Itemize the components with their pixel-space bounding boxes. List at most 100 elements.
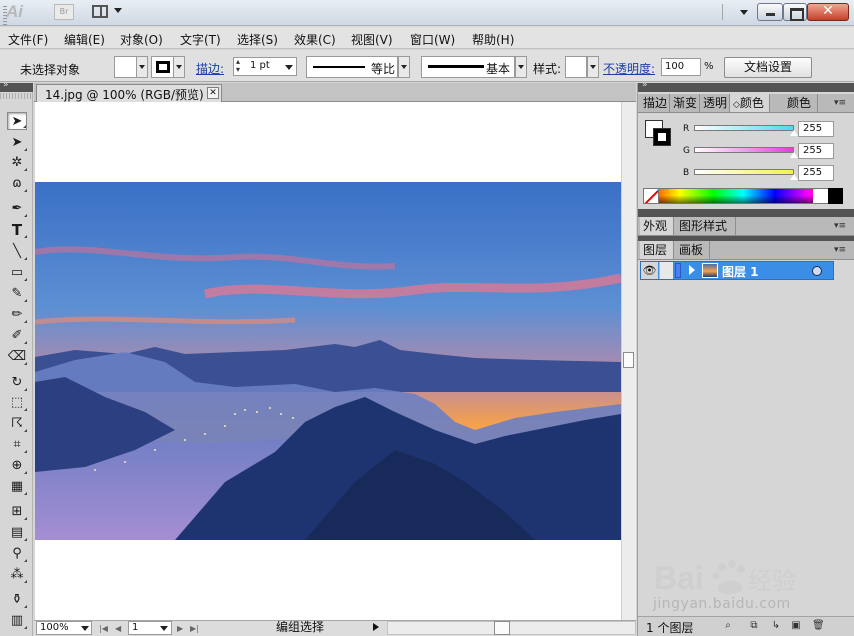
type-tool-icon[interactable]: T xyxy=(7,221,27,239)
landscape-photo[interactable] xyxy=(35,182,621,540)
maximize-button[interactable] xyxy=(783,3,807,21)
menu-file[interactable]: 文件(F) xyxy=(8,31,48,48)
menu-edit[interactable]: 编辑(E) xyxy=(64,31,105,48)
tab-transparency[interactable]: 透明 xyxy=(700,94,730,112)
collapse-icon[interactable]: » xyxy=(3,80,9,90)
tools-panel-header[interactable]: » xyxy=(0,80,33,92)
stroke-link[interactable]: 描边: xyxy=(196,60,224,77)
perspective-grid-tool-icon[interactable]: ▦ xyxy=(7,478,27,496)
panel-menu-icon[interactable]: ▾≡ xyxy=(834,245,846,255)
previous-artboard-icon[interactable]: ◀ xyxy=(115,624,121,633)
tab-layers[interactable]: 图层 xyxy=(640,241,674,259)
channel-b-slider[interactable] xyxy=(694,169,794,175)
opacity-link[interactable]: 不透明度: xyxy=(603,60,655,77)
menu-effect[interactable]: 效果(C) xyxy=(294,31,336,48)
layer-name[interactable]: 图层 1 xyxy=(722,263,759,280)
shape-builder-tool-icon[interactable]: ⊕ xyxy=(7,457,27,475)
column-graph-tool-icon[interactable]: ▥ xyxy=(7,612,27,630)
selection-tool-icon[interactable]: ➤ xyxy=(7,112,27,130)
channel-g-handle[interactable] xyxy=(789,151,799,159)
tab-color-guide[interactable]: 颜色 xyxy=(784,94,818,112)
graphic-style-swatch[interactable] xyxy=(565,56,587,78)
artboard-number-field[interactable]: 1 xyxy=(128,621,172,635)
new-sublayer-icon[interactable]: ↳ xyxy=(770,620,782,632)
channel-g-slider[interactable] xyxy=(694,147,794,153)
rotate-tool-icon[interactable]: ↻ xyxy=(7,374,27,392)
close-icon[interactable]: ✕ xyxy=(207,87,219,99)
new-layer-icon[interactable]: ▣ xyxy=(790,620,802,632)
tab-gradient[interactable]: 渐变 xyxy=(670,94,700,112)
close-button[interactable]: ✕ xyxy=(807,3,849,21)
channel-b-value[interactable]: 255 xyxy=(798,165,834,181)
next-artboard-icon[interactable]: ▶ xyxy=(177,624,183,633)
profile-dropdown[interactable] xyxy=(398,56,410,78)
gradient-tool-icon[interactable]: ▤ xyxy=(7,524,27,542)
tab-artboards[interactable]: 画板 xyxy=(676,241,710,259)
menu-object[interactable]: 对象(O) xyxy=(120,31,163,48)
horizontal-scrollbar[interactable] xyxy=(387,621,636,635)
bridge-button[interactable]: Br xyxy=(54,4,74,20)
warp-tool-icon[interactable]: ☈ xyxy=(7,415,27,433)
control-bar-grip[interactable] xyxy=(3,6,7,26)
stroke-swatch[interactable] xyxy=(151,56,175,78)
channel-b-handle[interactable] xyxy=(789,173,799,181)
channel-r-value[interactable]: 255 xyxy=(798,121,834,137)
document-setup-button[interactable]: 文档设置 xyxy=(724,57,812,78)
black-swatch[interactable] xyxy=(828,188,843,204)
menu-view[interactable]: 视图(V) xyxy=(351,31,393,48)
lasso-tool-icon[interactable]: ɷ xyxy=(7,175,27,193)
dock-header[interactable]: » xyxy=(638,80,854,92)
mesh-tool-icon[interactable]: ⊞ xyxy=(7,503,27,521)
tab-color[interactable]: ◇颜色 xyxy=(730,94,770,112)
channel-r-slider[interactable] xyxy=(694,125,794,131)
visibility-eye-icon[interactable]: 👁 xyxy=(641,262,658,279)
tab-appearance[interactable]: 外观 xyxy=(640,217,674,235)
brush-definition[interactable]: 基本 xyxy=(421,56,515,78)
first-artboard-icon[interactable]: |◀ xyxy=(99,624,108,633)
layer-target-icon[interactable] xyxy=(812,266,822,276)
fill-dropdown[interactable] xyxy=(136,56,148,78)
paintbrush-tool-icon[interactable]: ✎ xyxy=(7,285,27,303)
panel-menu-icon[interactable]: ▾≡ xyxy=(834,98,846,108)
stroke-weight-field[interactable]: ▴ ▾ 1 pt xyxy=(233,57,297,76)
minimize-button[interactable] xyxy=(757,3,783,21)
line-segment-tool-icon[interactable]: ╲ xyxy=(7,243,27,261)
pencil-tool-icon[interactable]: ✏ xyxy=(7,306,27,324)
panel-menu-icon[interactable]: ▾≡ xyxy=(834,221,846,231)
appearance-panel-header[interactable] xyxy=(638,209,854,217)
scale-tool-icon[interactable]: ⬚ xyxy=(7,394,27,412)
document-tab[interactable]: 14.jpg @ 100% (RGB/预览) ✕ xyxy=(36,84,222,102)
last-artboard-icon[interactable]: ▶| xyxy=(190,624,199,633)
none-swatch[interactable] xyxy=(643,188,659,204)
workspace-switcher-chevron-icon[interactable] xyxy=(740,10,748,15)
pen-tool-icon[interactable]: ✒ xyxy=(7,200,27,218)
magic-wand-tool-icon[interactable]: ✲ xyxy=(7,154,27,172)
tab-graphic-styles[interactable]: 图形样式 xyxy=(676,217,736,235)
arrange-documents-button[interactable] xyxy=(92,4,126,20)
make-clipping-mask-icon[interactable]: ⧉ xyxy=(748,620,760,632)
menu-help[interactable]: 帮助(H) xyxy=(472,31,514,48)
blend-tool-icon[interactable]: ⁂ xyxy=(7,566,27,584)
zoom-field[interactable]: 100% xyxy=(36,621,92,635)
brush-dropdown[interactable] xyxy=(515,56,527,78)
blob-brush-tool-icon[interactable]: ✐ xyxy=(7,327,27,345)
horizontal-scrollbar-thumb[interactable] xyxy=(494,621,510,635)
tab-stroke[interactable]: 描边 xyxy=(640,94,670,112)
rectangle-tool-icon[interactable]: ▭ xyxy=(7,264,27,282)
free-transform-tool-icon[interactable]: ⌗ xyxy=(7,436,27,454)
delete-layer-icon[interactable]: 🗑 xyxy=(812,620,825,632)
fill-swatch[interactable] xyxy=(114,56,138,78)
current-tool-status[interactable]: 编组选择 xyxy=(216,620,384,635)
eyedropper-tool-icon[interactable]: ⚲ xyxy=(7,545,27,563)
status-menu-arrow-icon[interactable] xyxy=(373,623,379,631)
eraser-tool-icon[interactable]: ⌫ xyxy=(7,348,27,366)
expand-triangle-icon[interactable] xyxy=(689,265,695,275)
tools-panel-grip[interactable] xyxy=(0,93,33,99)
stepper-icon[interactable]: ▴ ▾ xyxy=(236,58,240,74)
stroke-dropdown[interactable] xyxy=(173,56,185,78)
channel-g-value[interactable]: 255 xyxy=(798,143,834,159)
variable-width-profile[interactable]: 等比 xyxy=(306,56,398,78)
symbol-sprayer-tool-icon[interactable]: ⚱ xyxy=(7,591,27,609)
menu-select[interactable]: 选择(S) xyxy=(237,31,278,48)
direct-selection-tool-icon[interactable]: ➤ xyxy=(7,134,27,152)
